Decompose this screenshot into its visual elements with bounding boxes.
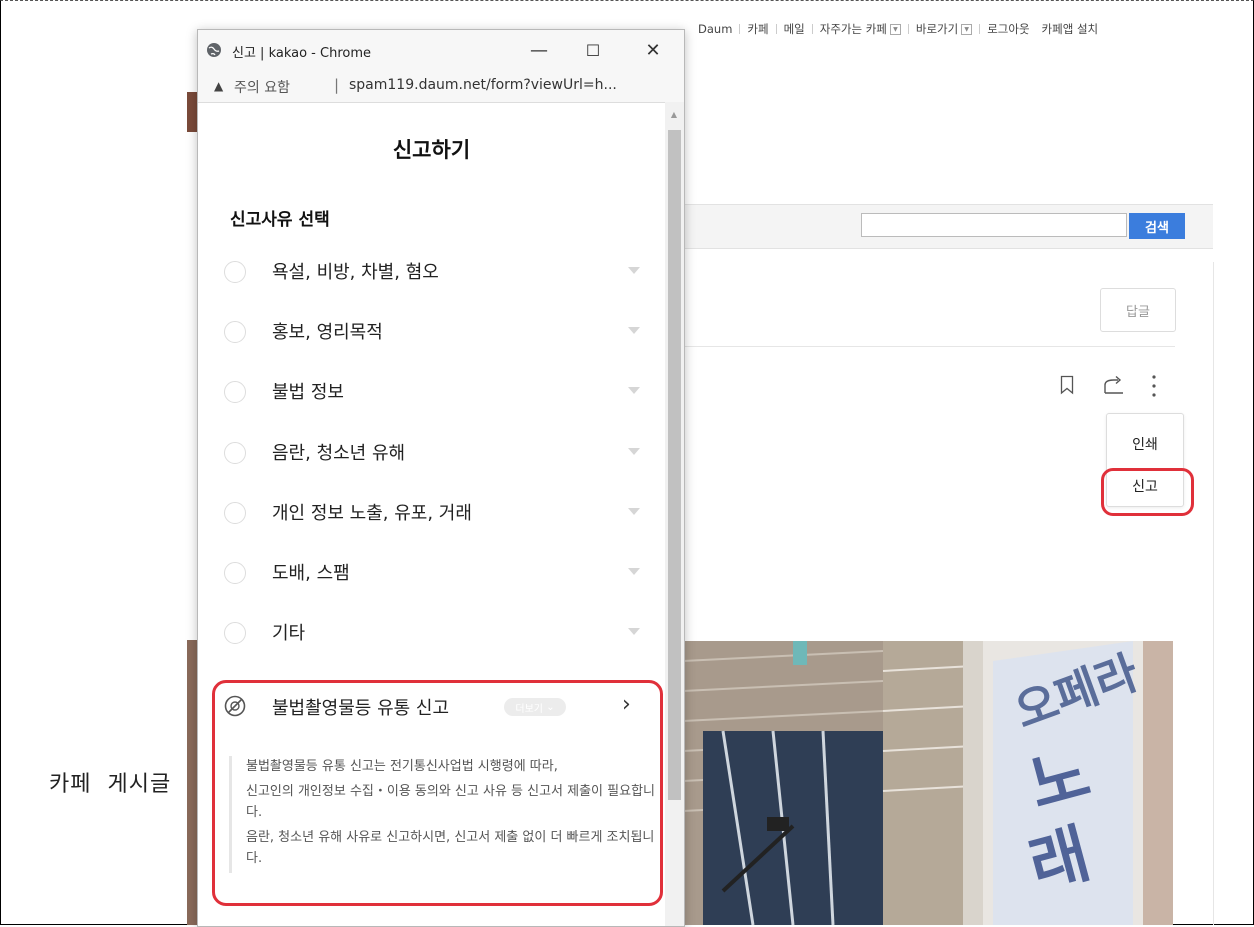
nav-shortcuts[interactable]: 바로가기 ▼ [915,21,973,37]
menu-item-print[interactable]: 인쇄 [1107,434,1183,454]
nav-favorite-cafes-label: 자주가는 카페 [819,22,887,36]
nav-separator [907,24,909,34]
share-icon[interactable] [1102,375,1126,395]
nav-mail[interactable]: 메일 [784,21,805,37]
address-separator: | [334,76,340,94]
illegal-report-highlight [212,680,663,906]
chevron-down-icon[interactable] [628,568,640,575]
warning-icon: ▲ [214,79,224,93]
top-navigation: Daum 카페 메일 자주가는 카페 ▼ 바로가기 ▼ 로그아웃 카페앱 설치 [698,20,1098,38]
article-photo: 오페라 노 래 [683,641,1173,925]
chevron-down-icon[interactable] [628,508,640,515]
close-button[interactable]: ✕ [630,36,676,64]
nav-separator [1033,24,1039,34]
reason-option[interactable]: 기타 [224,617,644,653]
search-input[interactable] [861,213,1127,237]
page-url[interactable]: spam119.daum.net/form?viewUrl=h... [349,77,617,93]
radio-button[interactable] [224,622,246,644]
nav-separator [979,24,981,34]
side-caption: 카페 게시글 [49,772,172,797]
nav-favorite-cafes[interactable]: 자주가는 카페 ▼ [820,21,901,37]
reason-label: 음란, 청소년 유해 [272,443,406,464]
reason-label: 욕설, 비방, 차별, 혐오 [272,262,439,283]
chevron-down-icon[interactable] [628,327,640,334]
report-menu-highlight [1101,468,1194,516]
reply-button[interactable]: 답글 [1100,288,1176,332]
nav-logout[interactable]: 로그아웃 [987,21,1029,37]
reason-option[interactable]: 도배, 스팸 [224,557,644,593]
maximize-button[interactable]: ☐ [570,36,616,64]
chevron-down-icon[interactable] [628,628,640,635]
nav-separator [811,24,813,34]
dialog-title: 신고하기 [392,138,471,162]
radio-button[interactable] [224,261,246,283]
nav-daum[interactable]: Daum [698,22,732,36]
search-bar: 검색 [683,204,1213,249]
more-options-icon[interactable] [1146,373,1162,399]
scrollbar-thumb[interactable] [668,130,681,800]
chevron-down-icon[interactable] [628,387,640,394]
nav-install-app[interactable]: 카페앱 설치 [1042,21,1099,37]
address-bar[interactable]: ▲ 주의 요함 | spam119.daum.net/form?viewUrl=… [198,70,684,103]
radio-button[interactable] [224,562,246,584]
reason-label: 기타 [272,623,306,644]
reason-option[interactable]: 불법 정보 [224,376,644,412]
reason-option[interactable]: 홍보, 영리목적 [224,316,644,352]
radio-button[interactable] [224,442,246,464]
chevron-down-icon[interactable] [628,267,640,274]
reason-section-title: 신고사유 선택 [230,210,330,230]
search-button[interactable]: 검색 [1129,213,1185,239]
bookmark-icon[interactable] [1060,375,1074,395]
reason-label: 불법 정보 [272,382,344,403]
reason-label: 개인 정보 노출, 유포, 거래 [272,503,472,524]
reason-label: 도배, 스팸 [272,563,350,584]
minimize-button[interactable]: — [516,36,562,64]
window-titlebar[interactable]: 신고 | kakao - Chrome — ☐ ✕ [198,30,684,70]
chevron-down-icon[interactable] [628,448,640,455]
reason-label: 홍보, 영리목적 [272,322,383,343]
reason-option[interactable]: 음란, 청소년 유해 [224,437,644,473]
radio-button[interactable] [224,502,246,524]
nav-separator [775,24,777,34]
karaoke-sign-image: 오페라 노 래 [683,641,1173,925]
nav-cafe[interactable]: 카페 [747,21,768,37]
reason-option[interactable]: 욕설, 비방, 차별, 혐오 [224,256,644,292]
scroll-up-arrow-icon[interactable]: ▲ [667,110,681,124]
chevron-down-icon: ▼ [889,23,901,35]
radio-button[interactable] [224,321,246,343]
window-title: 신고 | kakao - Chrome [232,46,371,61]
reason-option[interactable]: 개인 정보 노출, 유포, 거래 [224,497,644,533]
nav-shortcuts-label: 바로가기 [915,22,959,36]
globe-icon [207,43,221,57]
security-warning-label: 주의 요함 [234,80,290,96]
nav-separator [739,24,741,34]
radio-button[interactable] [224,381,246,403]
divider [683,346,1175,347]
chevron-down-icon: ▼ [961,23,973,35]
